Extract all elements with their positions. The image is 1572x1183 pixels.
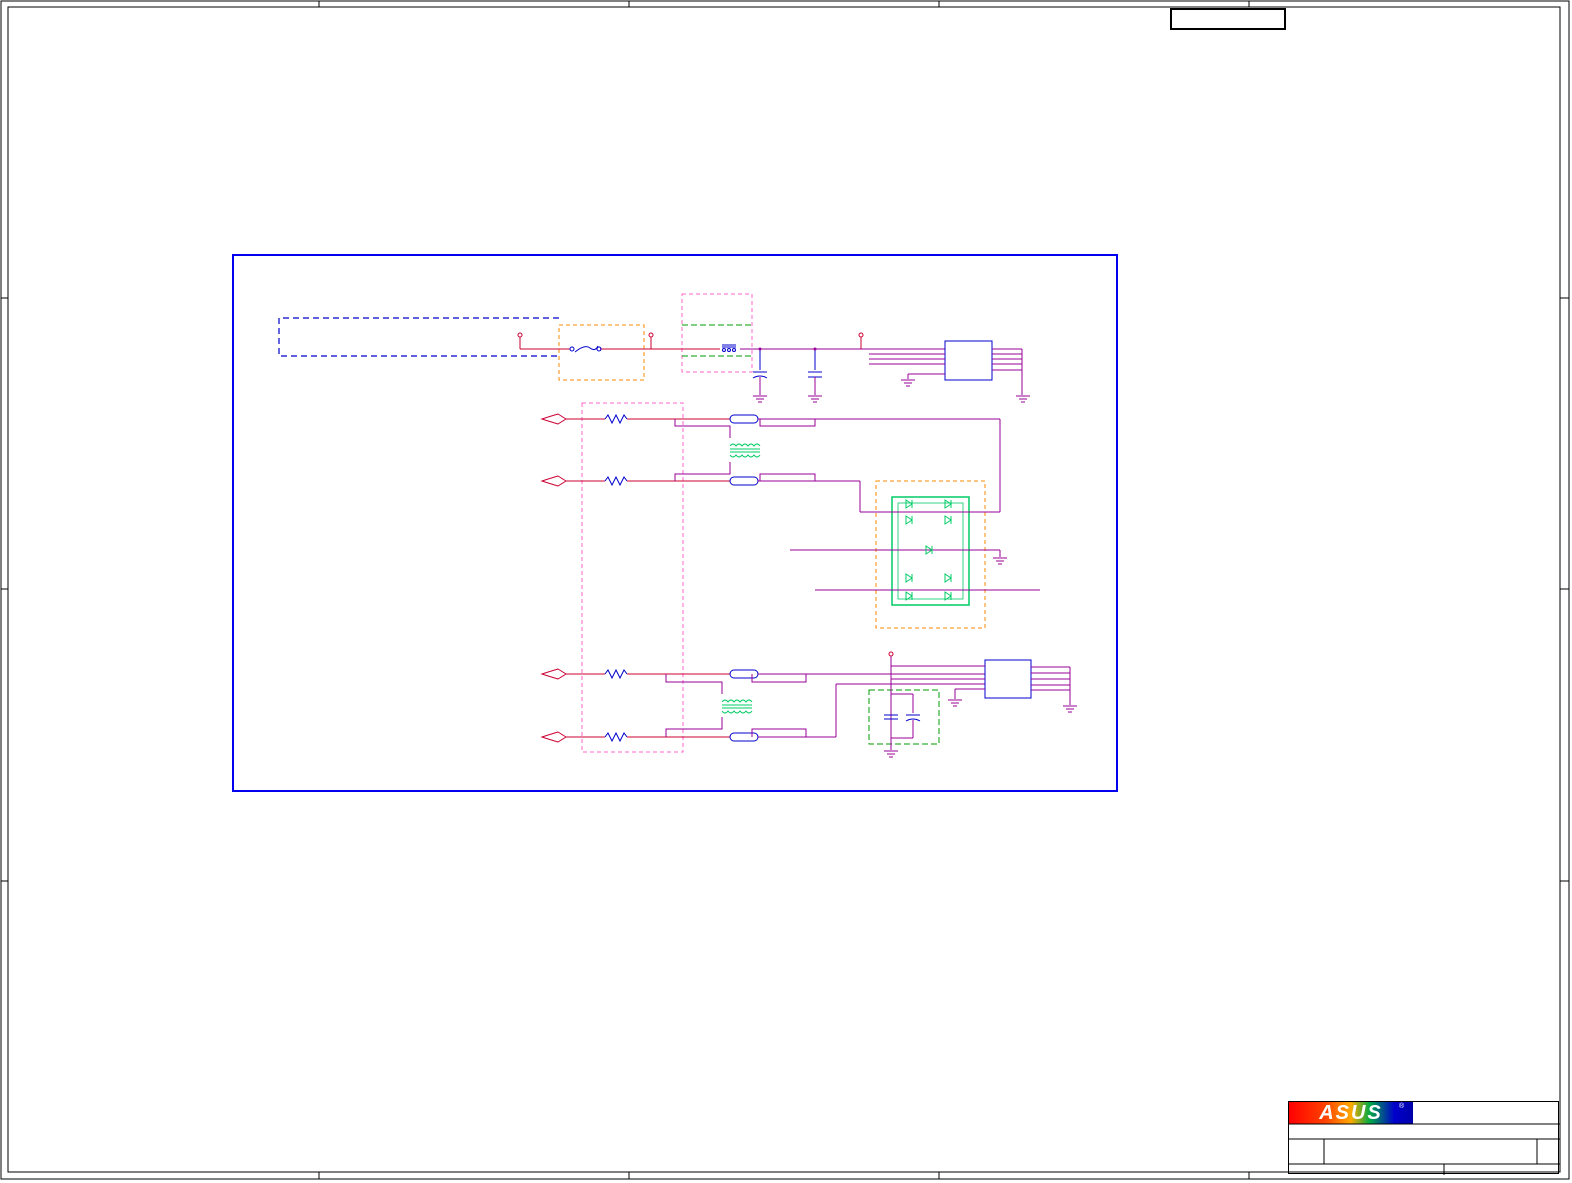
sheet-border	[0, 0, 1570, 1180]
capacitor-icon	[884, 693, 921, 739]
diff-pair-upper	[540, 402, 1001, 753]
resistor-icon	[604, 413, 628, 425]
power-input-section	[517, 293, 1030, 403]
choke-icon	[729, 443, 761, 458]
resistor-icon	[604, 731, 628, 743]
ic-chip	[984, 659, 1032, 699]
diff-pair-lower	[540, 651, 1077, 758]
title-grid	[1289, 1123, 1560, 1175]
bead-icon	[729, 669, 759, 679]
capacitor-icon	[752, 349, 822, 395]
choke-icon	[721, 699, 753, 714]
bead-icon	[729, 732, 759, 742]
bead-icon	[729, 476, 759, 486]
ferrite-bead-icon	[722, 344, 736, 352]
ground-icon	[993, 550, 1007, 565]
title-block: ASUS ®	[1288, 1101, 1560, 1175]
connector-icon	[540, 413, 567, 425]
ic-chip	[944, 340, 993, 381]
sheet-label-box	[1170, 8, 1286, 30]
connector-icon	[540, 475, 567, 487]
fuse-icon	[569, 346, 575, 352]
resistor-icon	[604, 668, 628, 680]
note-box	[278, 317, 559, 357]
bead-icon	[729, 414, 759, 424]
ground-icon	[753, 379, 1030, 403]
connector-icon	[540, 668, 567, 680]
schematic-sheet	[0, 0, 1570, 1180]
schematic-frame	[232, 254, 1118, 792]
resistor-icon	[604, 475, 628, 487]
connector-icon	[540, 731, 567, 743]
esd-protection	[790, 480, 1040, 629]
